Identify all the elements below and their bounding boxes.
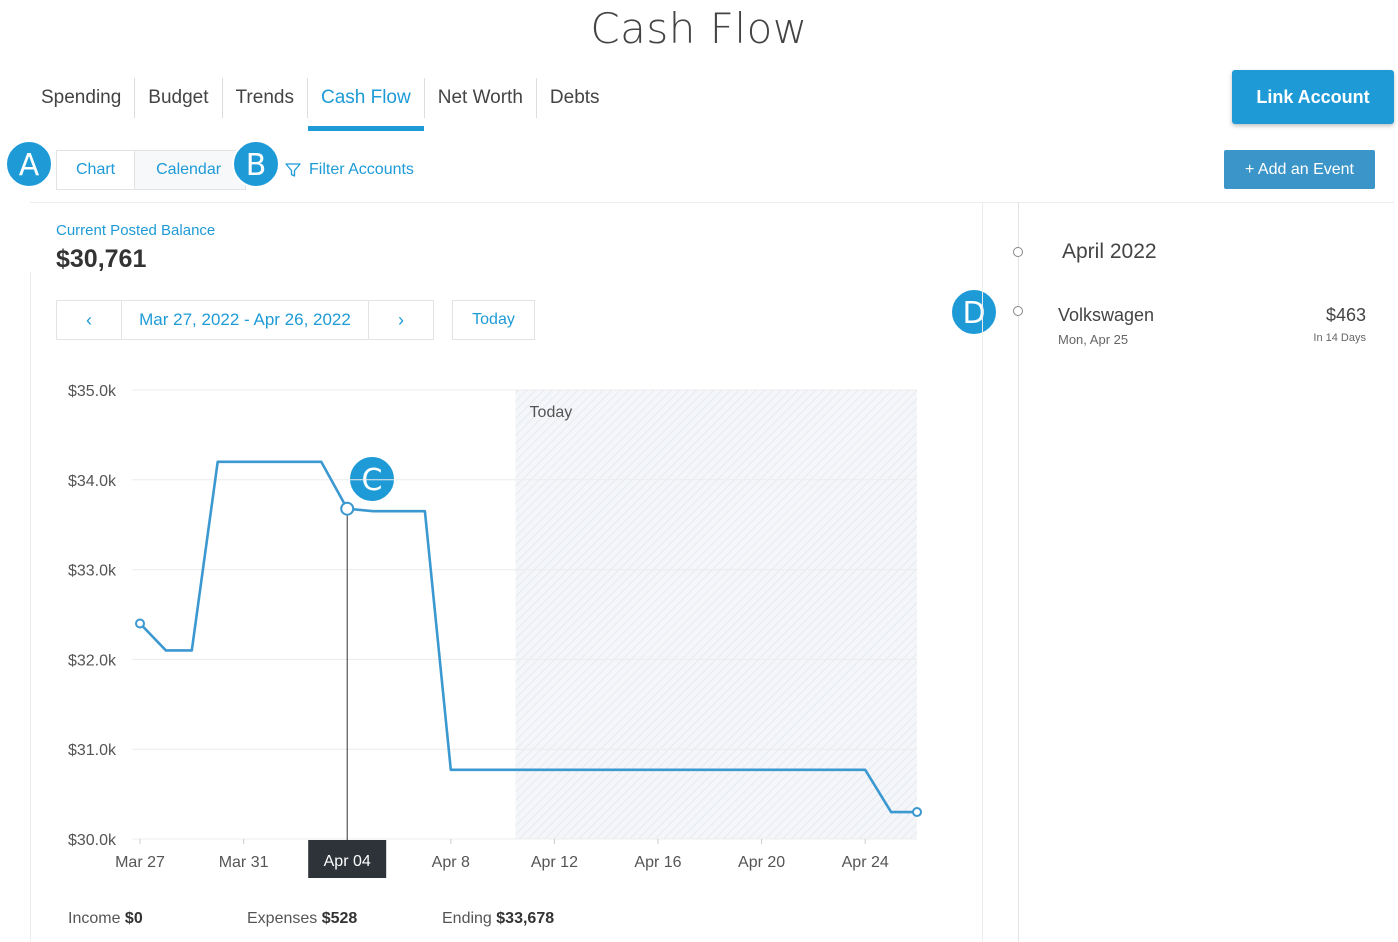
- ending-value: $33,678: [496, 910, 555, 927]
- previous-period-button[interactable]: ‹: [57, 301, 121, 339]
- tab-trends[interactable]: Trends: [223, 78, 308, 118]
- future-region: [515, 390, 917, 839]
- tab-budget[interactable]: Budget: [135, 78, 223, 118]
- link-account-button[interactable]: Link Account: [1232, 70, 1394, 124]
- x-tick-label: Apr 16: [634, 854, 681, 871]
- tab-debts[interactable]: Debts: [537, 78, 613, 118]
- filter-accounts-button[interactable]: Filter Accounts: [285, 158, 414, 182]
- page-title: Cash Flow: [590, 4, 808, 53]
- date-range-label[interactable]: Mar 27, 2022 - Apr 26, 2022: [121, 301, 369, 339]
- callout-marker-b: B: [232, 140, 280, 188]
- x-tick-label: Apr 12: [531, 854, 578, 871]
- calendar-view-button[interactable]: Calendar: [135, 151, 245, 189]
- x-tick-label: Apr 24: [842, 854, 889, 871]
- tab-net-worth[interactable]: Net Worth: [425, 78, 537, 118]
- ending-label: Ending: [442, 910, 492, 927]
- callout-marker-a: A: [5, 140, 53, 188]
- expenses-value: $528: [321, 910, 358, 927]
- start-point[interactable]: [135, 618, 145, 629]
- callout-marker-d: D: [950, 288, 998, 336]
- tab-cash-flow[interactable]: Cash Flow: [307, 78, 425, 131]
- timeline-month: April 2022: [1062, 240, 1157, 263]
- expenses-label: Expenses: [247, 910, 318, 927]
- tab-spending[interactable]: Spending: [28, 78, 136, 118]
- ending-summary: Ending $33,678: [442, 910, 554, 928]
- filter-accounts-label: Filter Accounts: [309, 161, 414, 178]
- income-label: Income: [68, 910, 121, 927]
- today-button[interactable]: Today: [452, 300, 535, 340]
- balance-value: $30,761: [56, 245, 147, 273]
- divider: [982, 202, 983, 942]
- x-tick-label: Mar 27: [115, 854, 165, 871]
- divider: [30, 202, 1394, 203]
- x-tick-label: Apr 8: [432, 854, 470, 871]
- y-tick-label: $32.0k: [68, 652, 117, 669]
- x-tick-label: Apr 20: [738, 854, 785, 871]
- filter-icon: [285, 163, 301, 177]
- end-point[interactable]: [912, 807, 922, 818]
- next-period-button[interactable]: ›: [369, 301, 433, 339]
- event-amount: $463: [1325, 305, 1366, 325]
- event-name[interactable]: Volkswagen: [1058, 305, 1154, 326]
- event-date: Mon, Apr 25: [1058, 332, 1129, 347]
- expenses-summary: Expenses $528: [247, 910, 357, 928]
- today-label: Today: [530, 404, 573, 421]
- balance-label: Current Posted Balance: [56, 222, 216, 239]
- income-value: $0: [124, 910, 143, 927]
- add-event-button[interactable]: + Add an Event: [1224, 150, 1375, 189]
- x-tick-label-highlighted: Apr 04: [324, 853, 371, 870]
- timeline-dot: [1013, 306, 1023, 316]
- view-toggle: Chart Calendar: [56, 150, 247, 190]
- y-tick-label: $34.0k: [68, 473, 117, 490]
- y-tick-label: $33.0k: [68, 563, 117, 580]
- cash-flow-chart[interactable]: Today $35.0k $34.0k $33.0k $32.0k $31.0k $30.0…: [0, 360, 960, 890]
- income-summary: Income $0: [68, 910, 143, 928]
- timeline-dot: [1013, 247, 1023, 257]
- x-tick-label: Mar 31: [219, 854, 269, 871]
- y-tick-label: $31.0k: [68, 742, 117, 759]
- date-range-navigator: ‹ Mar 27, 2022 - Apr 26, 2022 ›: [56, 300, 434, 340]
- hover-point[interactable]: [340, 501, 355, 516]
- y-tick-label: $30.0k: [68, 832, 117, 849]
- y-tick-label: $35.0k: [68, 383, 117, 400]
- event-days-until: In 14 Days: [1313, 332, 1366, 344]
- nav-tabs: Spending Budget Trends Cash Flow Net Wor…: [28, 78, 613, 134]
- chart-view-button[interactable]: Chart: [57, 151, 136, 189]
